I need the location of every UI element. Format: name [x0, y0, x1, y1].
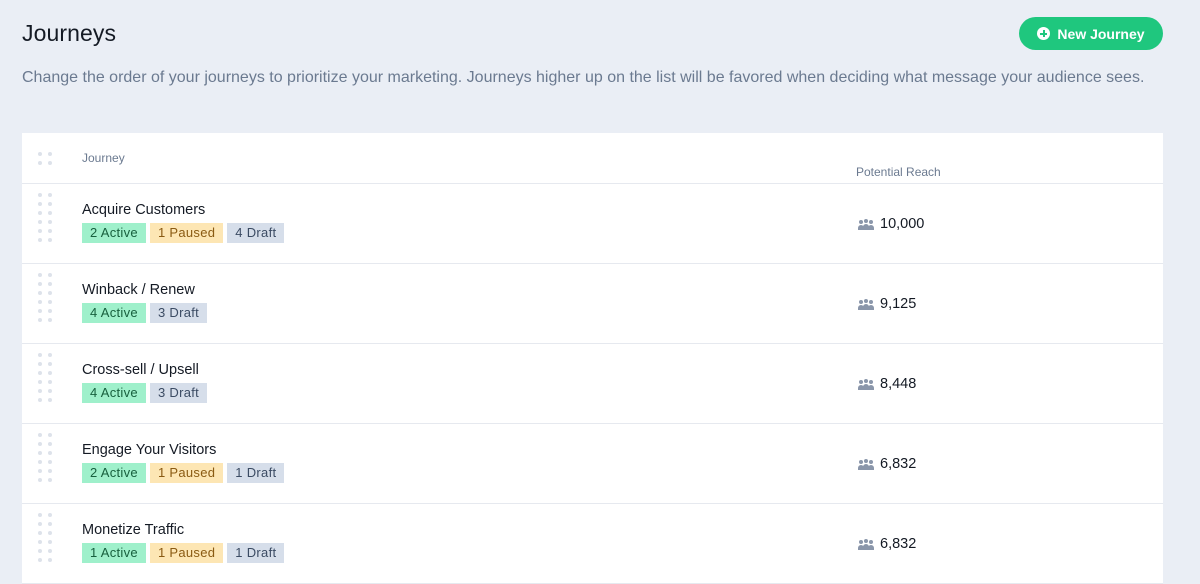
reach-value: 6,832: [880, 456, 917, 472]
drag-handle-icon[interactable]: [38, 273, 52, 322]
page-title: Journeys: [22, 20, 117, 46]
table-row[interactable]: Winback / Renew 4 Active 3 Draft 9,125: [22, 264, 1163, 344]
journey-name[interactable]: Acquire Customers: [82, 202, 205, 218]
table-body: Acquire Customers 2 Active 1 Paused 4 Draft…: [22, 184, 1163, 584]
paused-badge: 1 Paused: [149, 223, 224, 243]
potential-reach: 6,832: [858, 456, 916, 472]
people-icon: [858, 298, 874, 310]
active-badge: 4 Active: [82, 383, 146, 403]
people-icon: [858, 218, 874, 230]
table-row[interactable]: Engage Your Visitors 2 Active 1 Paused 1 Dr…: [22, 424, 1163, 504]
active-badge: 2 Active: [82, 463, 146, 483]
journey-name[interactable]: Cross-sell / Upsell: [82, 362, 199, 378]
drag-handle-icon[interactable]: [38, 193, 52, 242]
reach-value: 8,448: [880, 376, 917, 392]
drag-handle-icon[interactable]: [38, 433, 52, 482]
status-badges: 2 Active 1 Paused 4 Draft: [82, 223, 285, 243]
drag-handle-icon[interactable]: [38, 513, 52, 562]
table-row[interactable]: Monetize Traffic 1 Active 1 Paused 1 Draft 6…: [22, 504, 1163, 584]
potential-reach: 10,000: [858, 216, 924, 232]
plus-circle-icon: [1037, 27, 1051, 40]
reach-value: 10,000: [880, 216, 925, 232]
paused-badge: 1 Paused: [149, 463, 224, 483]
journeys-page: Journeys New Journey Change the order of…: [0, 0, 1200, 584]
draft-badge: 3 Draft: [149, 383, 208, 403]
reach-value: 6,832: [880, 536, 917, 552]
potential-reach: 6,832: [858, 536, 916, 552]
status-badges: 2 Active 1 Paused 1 Draft: [82, 463, 285, 483]
draft-badge: 1 Draft: [227, 543, 285, 563]
journey-name[interactable]: Winback / Renew: [82, 282, 195, 298]
reach-value: 9,125: [880, 296, 917, 312]
active-badge: 1 Active: [82, 543, 146, 563]
potential-reach: 9,125: [858, 296, 916, 312]
table-row[interactable]: Cross-sell / Upsell 4 Active 3 Draft 8,448: [22, 344, 1163, 424]
new-journey-label: New Journey: [1057, 25, 1145, 42]
draft-badge: 1 Draft: [227, 463, 285, 483]
active-badge: 2 Active: [82, 223, 146, 243]
journey-name[interactable]: Monetize Traffic: [82, 522, 184, 538]
people-icon: [858, 538, 874, 550]
column-header-reach: Potential Reach: [856, 165, 941, 179]
status-badges: 4 Active 3 Draft: [82, 303, 208, 323]
paused-badge: 1 Paused: [149, 543, 224, 563]
potential-reach: 8,448: [858, 376, 916, 392]
draft-badge: 3 Draft: [149, 303, 208, 323]
people-icon: [858, 378, 874, 390]
status-badges: 4 Active 3 Draft: [82, 383, 208, 403]
table-row[interactable]: Acquire Customers 2 Active 1 Paused 4 Draft…: [22, 184, 1163, 264]
new-journey-button[interactable]: New Journey: [1019, 17, 1163, 50]
column-header-journey: Journey: [82, 151, 125, 165]
people-icon: [858, 458, 874, 470]
page-description: Change the order of your journeys to pri…: [22, 69, 1145, 86]
drag-handle-icon: [38, 152, 52, 165]
journeys-table: Journey Potential Reach Acquire Customer…: [22, 133, 1163, 584]
table-header: Journey Potential Reach: [22, 133, 1163, 184]
active-badge: 4 Active: [82, 303, 146, 323]
draft-badge: 4 Draft: [227, 223, 285, 243]
status-badges: 1 Active 1 Paused 1 Draft: [82, 543, 285, 563]
journey-name[interactable]: Engage Your Visitors: [82, 442, 216, 458]
drag-handle-icon[interactable]: [38, 353, 52, 402]
